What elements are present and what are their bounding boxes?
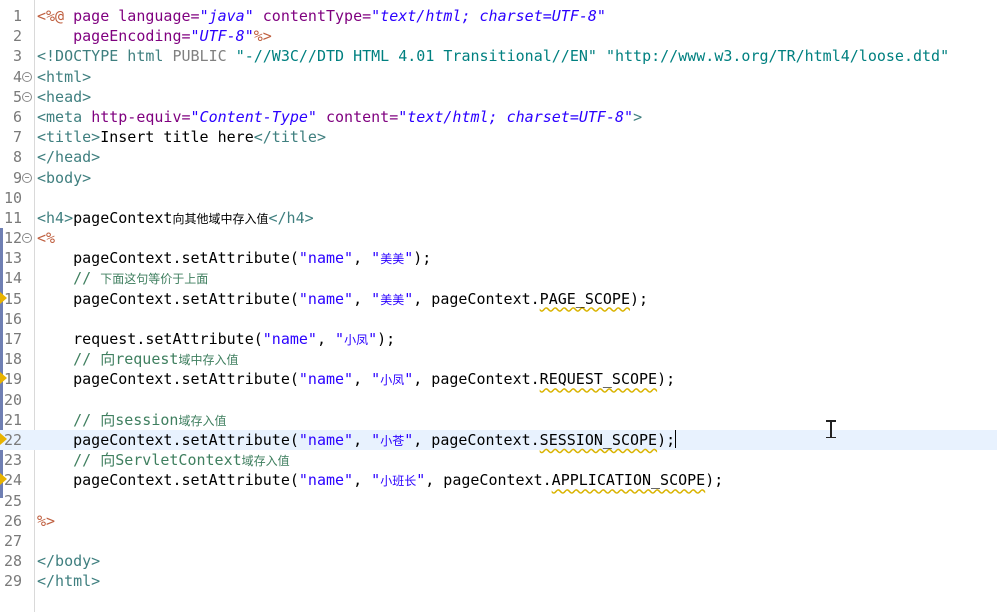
line-code: pageContext.setAttribute("name", "小班长", … — [37, 471, 724, 490]
line-code: </head> — [37, 148, 101, 167]
code-line: 12− <% — [0, 228, 997, 248]
line-number: 7 — [12, 128, 22, 147]
code-line: 11 <h4>pageContext向其他域中存入值</h4> — [0, 208, 997, 228]
code-line: 16 — [0, 309, 997, 329]
line-number: 18 — [3, 350, 22, 369]
line-number: 27 — [3, 531, 22, 550]
line-code: <body> — [37, 168, 92, 187]
line-number: 23 — [3, 451, 22, 470]
code-line: 5− <head> — [0, 87, 997, 107]
warning-marker-icon[interactable] — [0, 432, 7, 445]
line-code: request.setAttribute("name", "小凤"); — [37, 330, 396, 348]
line-code: <meta http-equiv="Content-Type" content=… — [37, 107, 643, 126]
code-line: 18 // 向request域中存入值 — [0, 349, 997, 369]
line-code[interactable]: pageContext.setAttribute("name", "小苍", p… — [37, 430, 675, 451]
line-code: <% — [37, 229, 56, 248]
code-line: 10 — [0, 188, 997, 208]
code-line: 24 pageContext.setAttribute("name", "小班长… — [0, 470, 997, 490]
line-code: // 下面这句等价于上面 — [37, 269, 209, 288]
line-number: 28 — [3, 552, 22, 571]
line-number: 14 — [3, 269, 22, 288]
line-number: 9 — [12, 168, 22, 187]
line-number: 12 — [3, 229, 22, 248]
warning-marker-icon[interactable] — [0, 473, 7, 486]
current-code-line[interactable]: 22 pageContext.setAttribute("name", "小苍"… — [0, 429, 997, 451]
code-line: 2 pageEncoding="UTF-8"%> — [0, 26, 997, 46]
code-line: 17 request.setAttribute("name", "小凤"); — [0, 329, 997, 349]
code-line: 1 <%@ page language="java" contentType="t… — [0, 6, 997, 26]
code-line: 3 <!DOCTYPE html PUBLIC "-//W3C//DTD HTML… — [0, 46, 997, 66]
code-line: 15 pageContext.setAttribute("name", "美美"… — [0, 289, 997, 309]
code-line: 20 — [0, 390, 997, 410]
code-line: 6 <meta http-equiv="Content-Type" content… — [0, 107, 997, 127]
code-line: 19 pageContext.setAttribute("name", "小凤"… — [0, 369, 997, 389]
code-lines: 1 <%@ page language="java" contentType="t… — [0, 6, 997, 591]
line-code: <!DOCTYPE html PUBLIC "-//W3C//DTD HTML … — [37, 47, 950, 66]
line-code: pageEncoding="UTF-8"%> — [37, 27, 272, 46]
code-line: 29 </html> — [0, 571, 997, 591]
line-code: </body> — [37, 552, 101, 571]
line-code: // 向session域存入值 — [37, 410, 227, 429]
line-number: 8 — [12, 148, 22, 167]
code-editor[interactable]: 1 <%@ page language="java" contentType="t… — [0, 0, 997, 612]
line-number: 1 — [12, 7, 22, 25]
line-number: 25 — [3, 491, 22, 510]
code-line: 13 pageContext.setAttribute("name", "美美"… — [0, 248, 997, 268]
code-line: 9− <body> — [0, 168, 997, 188]
line-code: pageContext.setAttribute("name", "美美"); — [37, 249, 432, 268]
line-number: 5 — [12, 87, 22, 106]
fold-toggle-icon[interactable]: − — [22, 233, 32, 244]
line-code: </html> — [37, 572, 101, 591]
line-number: 11 — [3, 208, 22, 227]
line-code: %> — [37, 511, 56, 530]
warning-marker-icon[interactable] — [0, 291, 7, 304]
line-number: 17 — [3, 330, 22, 348]
code-line: 21 // 向session域存入值 — [0, 410, 997, 430]
code-line: 8 </head> — [0, 147, 997, 167]
text-cursor-icon — [826, 420, 836, 438]
line-number: 10 — [3, 188, 22, 207]
line-number: 13 — [3, 249, 22, 268]
line-code: <head> — [37, 87, 92, 106]
text-caret — [675, 429, 677, 448]
warning-marker-icon[interactable] — [0, 372, 7, 385]
line-number: 26 — [3, 511, 22, 530]
code-line: 4− <html> — [0, 67, 997, 87]
line-code: // 向ServletContext域存入值 — [37, 451, 290, 470]
line-number: 20 — [3, 390, 22, 409]
line-code: pageContext.setAttribute("name", "小凤", p… — [37, 370, 676, 389]
line-code: <html> — [37, 67, 92, 86]
code-line: 26 %> — [0, 511, 997, 531]
line-number: 4 — [12, 67, 22, 86]
code-line: 27 — [0, 531, 997, 551]
fold-toggle-icon[interactable]: − — [22, 91, 32, 102]
line-code: <h4>pageContext向其他域中存入值</h4> — [37, 208, 314, 227]
fold-toggle-icon[interactable]: − — [22, 71, 32, 82]
line-number: 21 — [3, 410, 22, 429]
line-number: 16 — [3, 309, 22, 328]
line-number: 29 — [3, 572, 22, 591]
line-code: <title>Insert title here</title> — [37, 128, 326, 147]
line-code: <%@ page language="java" contentType="te… — [37, 7, 606, 25]
code-line: 28 </body> — [0, 551, 997, 571]
line-code: pageContext.setAttribute("name", "美美", p… — [37, 289, 649, 308]
line-number: 3 — [12, 47, 22, 66]
line-number: 2 — [12, 27, 22, 46]
code-line: 14 // 下面这句等价于上面 — [0, 268, 997, 288]
line-code: // 向request域中存入值 — [37, 350, 239, 369]
fold-toggle-icon[interactable]: − — [22, 172, 32, 183]
code-line: 25 — [0, 491, 997, 511]
line-number: 6 — [12, 107, 22, 126]
code-line: 7 <title>Insert title here</title> — [0, 127, 997, 147]
code-line: 23 // 向ServletContext域存入值 — [0, 450, 997, 470]
